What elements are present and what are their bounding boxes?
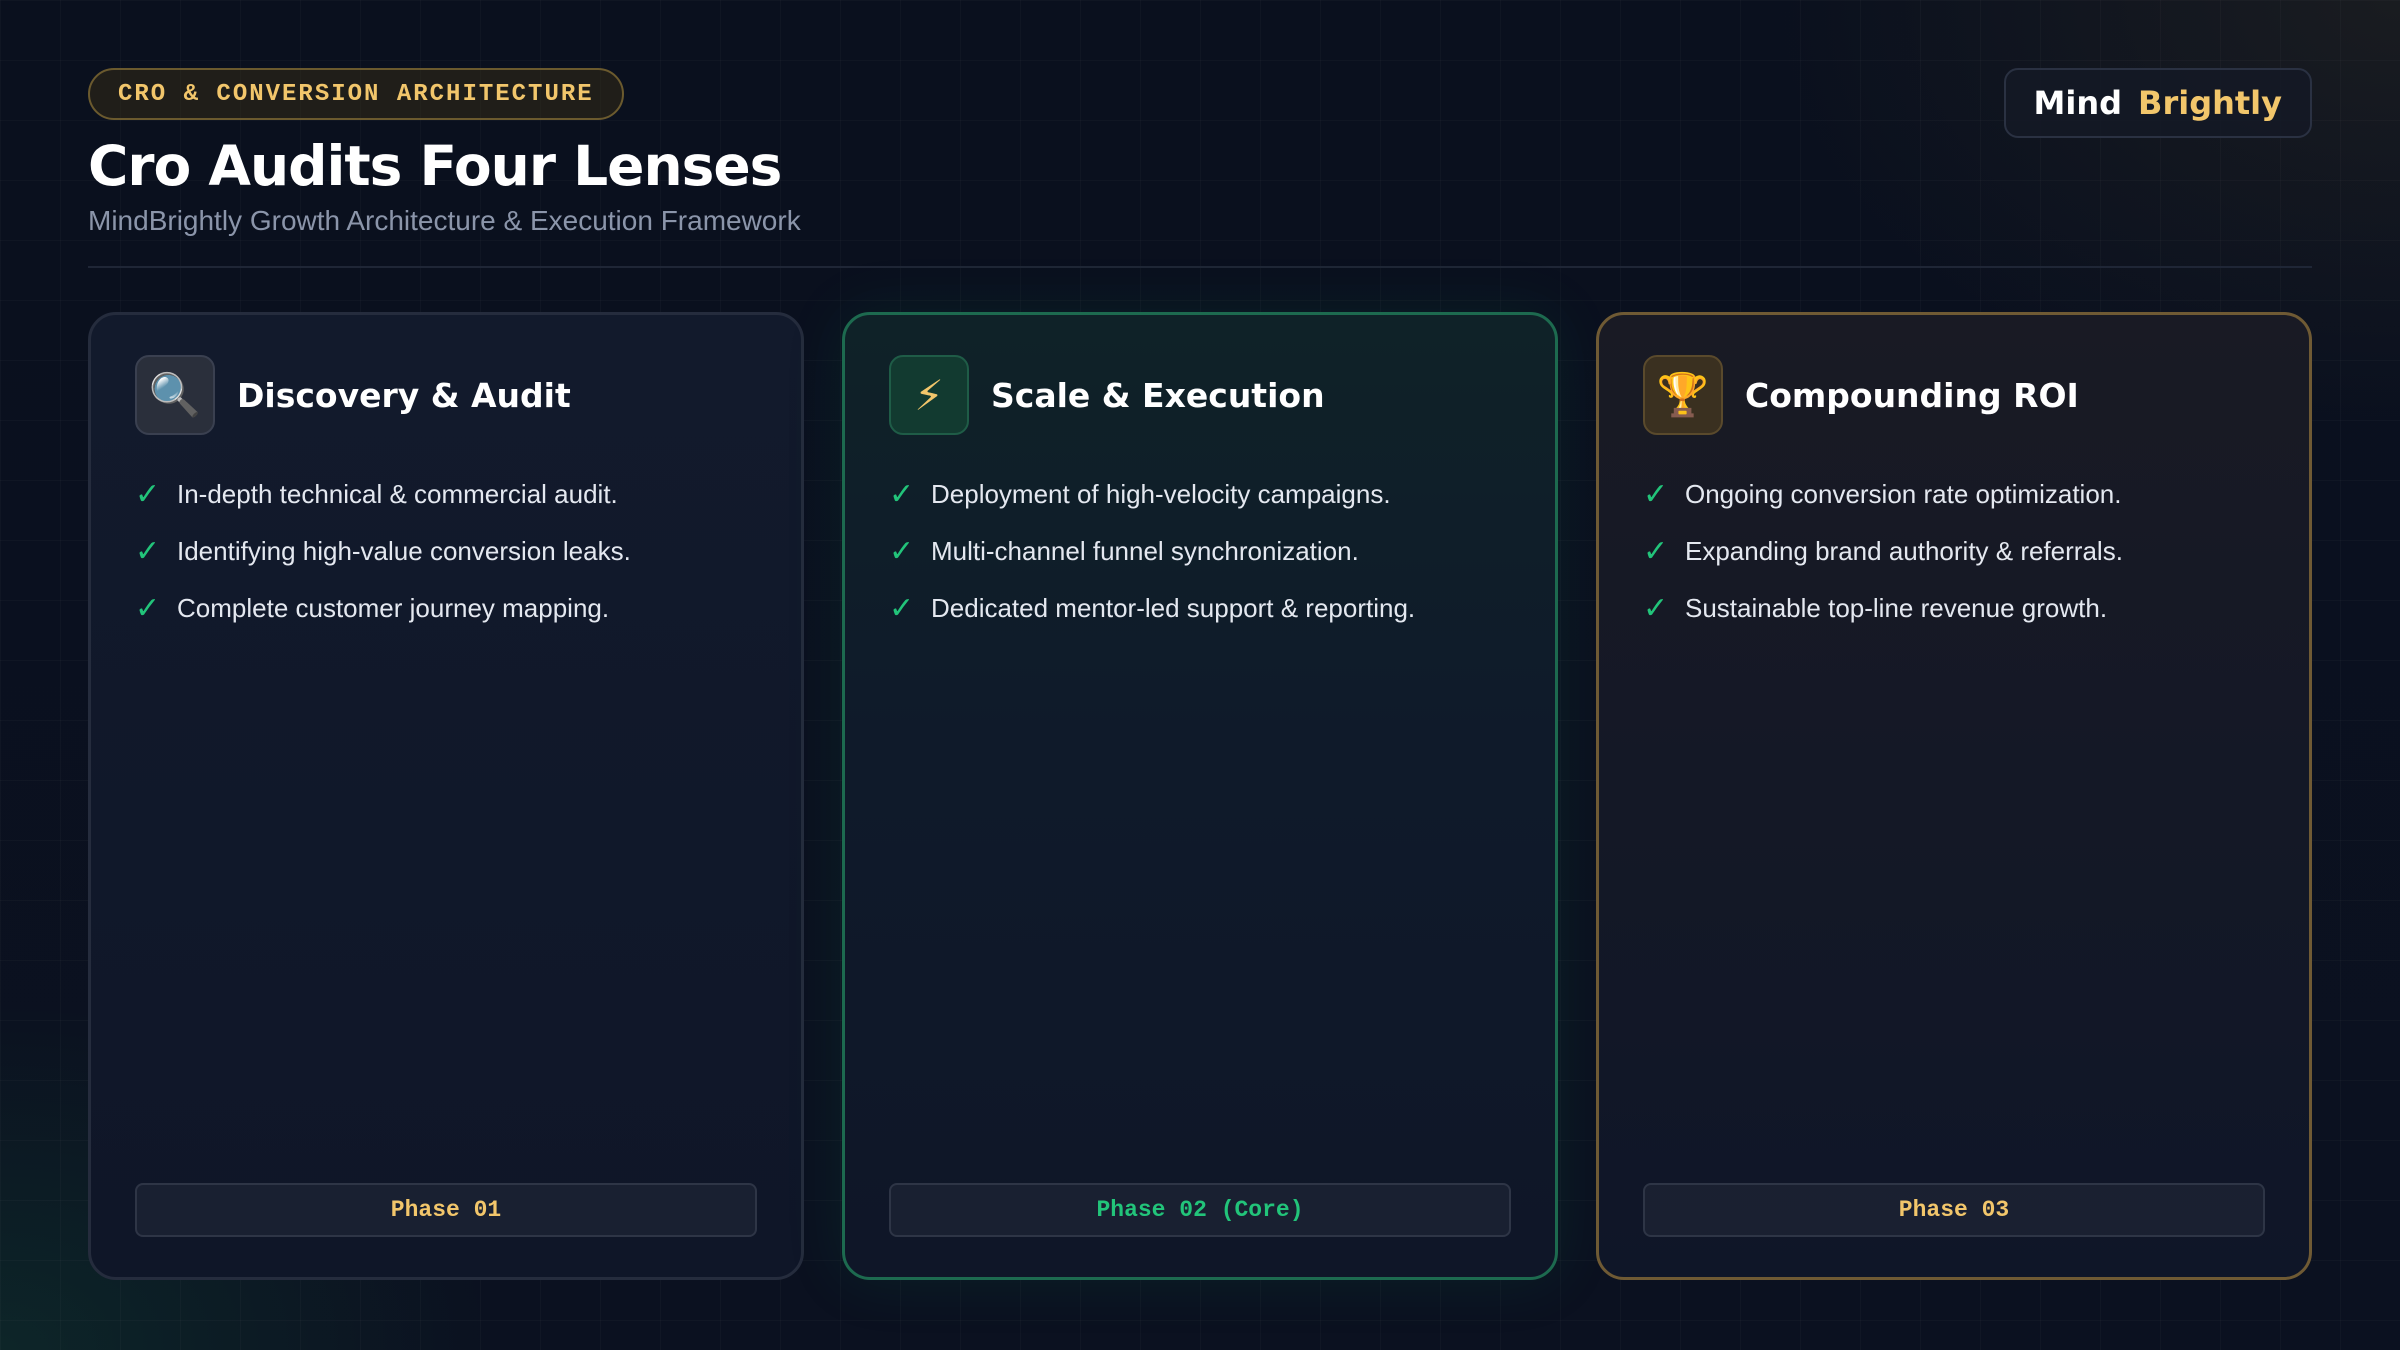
list-item: ✓ Identifying high-value conversion leaks… [135,532,631,570]
page-subtitle: MindBrightly Growth Architecture & Execu… [88,205,801,236]
card-compounding-roi: 🏆 Compounding ROI ✓ Ongoing conversion ra… [1596,312,2312,1280]
phase-label: Phase 01 [135,1183,757,1237]
header-divider [88,266,2312,268]
bullet-text: In-depth technical & commercial audit. [177,478,618,509]
list-item: ✓ Ongoing conversion rate optimization. [1643,475,2123,513]
list-item: ✓ Dedicated mentor-led support & reportin… [889,589,1415,627]
check-icon: ✓ [889,477,915,511]
list-item: ✓ Sustainable top-line revenue growth. [1643,589,2123,627]
card-title: Compounding ROI [1745,375,2079,415]
phase-cards: 🔍 Discovery & Audit ✓ In-depth technical … [88,312,2312,1280]
bullet-text: Ongoing conversion rate optimization. [1685,478,2122,509]
bullet-text: Deployment of high-velocity campaigns. [931,478,1391,509]
list-item: ✓ Expanding brand authority & referrals. [1643,532,2123,570]
list-item: ✓ Complete customer journey mapping. [135,589,631,627]
list-item: ✓ In-depth technical & commercial audit. [135,475,631,513]
card-discovery-audit: 🔍 Discovery & Audit ✓ In-depth technical … [88,312,804,1280]
bullet-text: Complete customer journey mapping. [177,592,610,623]
check-icon: ✓ [135,591,161,625]
check-icon: ✓ [889,534,915,568]
bullet-text: Sustainable top-line revenue growth. [1685,592,2108,623]
list-item: ✓ Deployment of high-velocity campaigns. [889,475,1415,513]
card-title: Discovery & Audit [237,375,571,415]
bullet-list: ✓ Deployment of high-velocity campaigns. … [889,475,1415,646]
phase-label: Phase 02 (Core) [889,1183,1511,1237]
check-icon: ✓ [135,534,161,568]
check-icon: ✓ [135,477,161,511]
card-header: 🏆 Compounding ROI [1643,355,2079,435]
lightning-bolt-icon: ⚡ [889,355,969,435]
bullet-text: Identifying high-value conversion leaks. [177,535,631,566]
brand-name-part1: Mind [2033,84,2123,122]
card-title: Scale & Execution [991,375,1325,415]
eyebrow-badge: CRO & CONVERSION ARCHITECTURE [88,68,624,120]
brand-name-part2: Brightly [2138,84,2282,122]
phase-label: Phase 03 [1643,1183,2265,1237]
slide: CRO & CONVERSION ARCHITECTURE Cro Audits… [0,0,2400,1350]
bullet-text: Expanding brand authority & referrals. [1685,535,2123,566]
list-item: ✓ Multi-channel funnel synchronization. [889,532,1415,570]
card-header: 🔍 Discovery & Audit [135,355,571,435]
check-icon: ✓ [889,591,915,625]
check-icon: ✓ [1643,591,1669,625]
check-icon: ✓ [1643,477,1669,511]
brand-logo: Mind Brightly [2003,68,2312,138]
page-title: Cro Audits Four Lenses [88,134,782,198]
card-header: ⚡ Scale & Execution [889,355,1325,435]
check-icon: ✓ [1643,534,1669,568]
bullet-list: ✓ Ongoing conversion rate optimization. ✓… [1643,475,2123,646]
magnifying-glass-icon: 🔍 [135,355,215,435]
trophy-icon: 🏆 [1643,355,1723,435]
bullet-list: ✓ In-depth technical & commercial audit. … [135,475,631,646]
card-scale-execution: ⚡ Scale & Execution ✓ Deployment of high-… [842,312,1558,1280]
bullet-text: Multi-channel funnel synchronization. [931,535,1359,566]
bullet-text: Dedicated mentor-led support & reporting… [931,592,1416,623]
